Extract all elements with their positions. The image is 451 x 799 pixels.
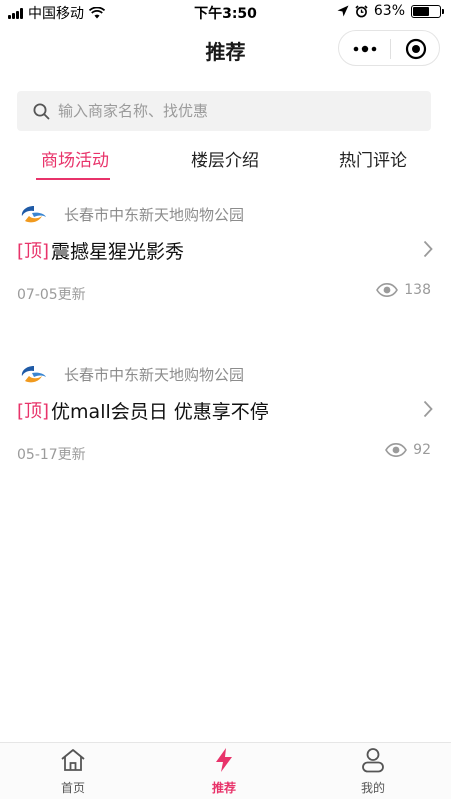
item-title-row[interactable]: [顶] 震撼星猩光影秀	[17, 235, 437, 265]
close-circle-icon	[405, 38, 426, 60]
battery-icon	[411, 4, 444, 18]
pinned-tag: [顶]	[17, 401, 50, 422]
eye-icon	[376, 283, 399, 297]
more-button[interactable]	[339, 31, 390, 67]
shop-name: 长春市中东新天地购物公园	[64, 205, 245, 224]
tabbar-label: 推荐	[211, 781, 236, 795]
tabbar-item-home[interactable]: 首页	[33, 747, 113, 796]
tab-floor-intro[interactable]: 楼层介绍	[191, 146, 259, 171]
lightning-icon	[216, 748, 232, 772]
mini-program-capsule	[338, 30, 440, 66]
view-count-value: 138	[404, 282, 431, 298]
item-title: 震撼星猩光影秀	[51, 240, 185, 263]
update-date: 05-17更新	[17, 447, 86, 463]
tabbar-item-mine[interactable]: 我的	[333, 747, 413, 796]
tabbar-item-recommend[interactable]: 推荐	[184, 747, 264, 796]
view-count: 138	[376, 282, 431, 298]
search-bar[interactable]	[17, 91, 431, 131]
close-button[interactable]	[390, 31, 441, 67]
shop-name: 长春市中东新天地购物公园	[64, 365, 245, 384]
active-tab-indicator	[36, 178, 110, 180]
tabbar-label: 首页	[60, 781, 85, 795]
shop-logo-icon	[21, 366, 46, 383]
more-dots-icon	[353, 45, 376, 53]
status-bar: 中国移动 下午3:50 63%	[0, 0, 451, 24]
shop-row: 长春市中东新天地购物公园	[20, 202, 244, 226]
eye-icon	[385, 443, 408, 457]
tab-hot-comments[interactable]: 热门评论	[339, 146, 407, 171]
chevron-right-icon	[423, 400, 433, 418]
item-meta: 05-17更新 92	[17, 442, 431, 464]
view-count: 92	[385, 442, 431, 458]
pinned-tag: [顶]	[17, 241, 50, 262]
feed-item[interactable]: 长春市中东新天地购物公园 [顶] 优mall会员日 优惠享不停 05-17更新 …	[0, 362, 451, 502]
user-icon	[362, 748, 384, 773]
bottom-tab-bar: 首页 推荐 我的	[0, 742, 451, 799]
shop-logo-icon	[21, 206, 46, 223]
view-count-value: 92	[413, 442, 431, 458]
location-arrow-icon	[337, 5, 349, 17]
item-title: 优mall会员日 优惠享不停	[51, 400, 269, 423]
alarm-icon	[355, 4, 368, 17]
item-meta: 07-05更新 138	[17, 282, 431, 304]
shop-row: 长春市中东新天地购物公园	[20, 362, 244, 386]
battery-percent: 63%	[373, 3, 405, 19]
search-icon	[33, 103, 50, 119]
battery-level-fill	[413, 6, 430, 16]
home-icon	[61, 749, 85, 771]
tabbar-label: 我的	[360, 781, 385, 795]
chevron-right-icon	[423, 240, 433, 258]
search-input[interactable]	[58, 102, 398, 120]
category-tabs: 商场活动 楼层介绍 热门评论	[0, 140, 451, 182]
nav-bar: 推荐	[0, 24, 451, 72]
item-title-row[interactable]: [顶] 优mall会员日 优惠享不停	[17, 395, 437, 425]
tab-mall-activities[interactable]: 商场活动	[41, 146, 109, 171]
status-bar-right: 63%	[337, 3, 444, 19]
update-date: 07-05更新	[17, 287, 86, 303]
feed-item[interactable]: 长春市中东新天地购物公园 [顶] 震撼星猩光影秀 07-05更新 138	[0, 202, 451, 342]
